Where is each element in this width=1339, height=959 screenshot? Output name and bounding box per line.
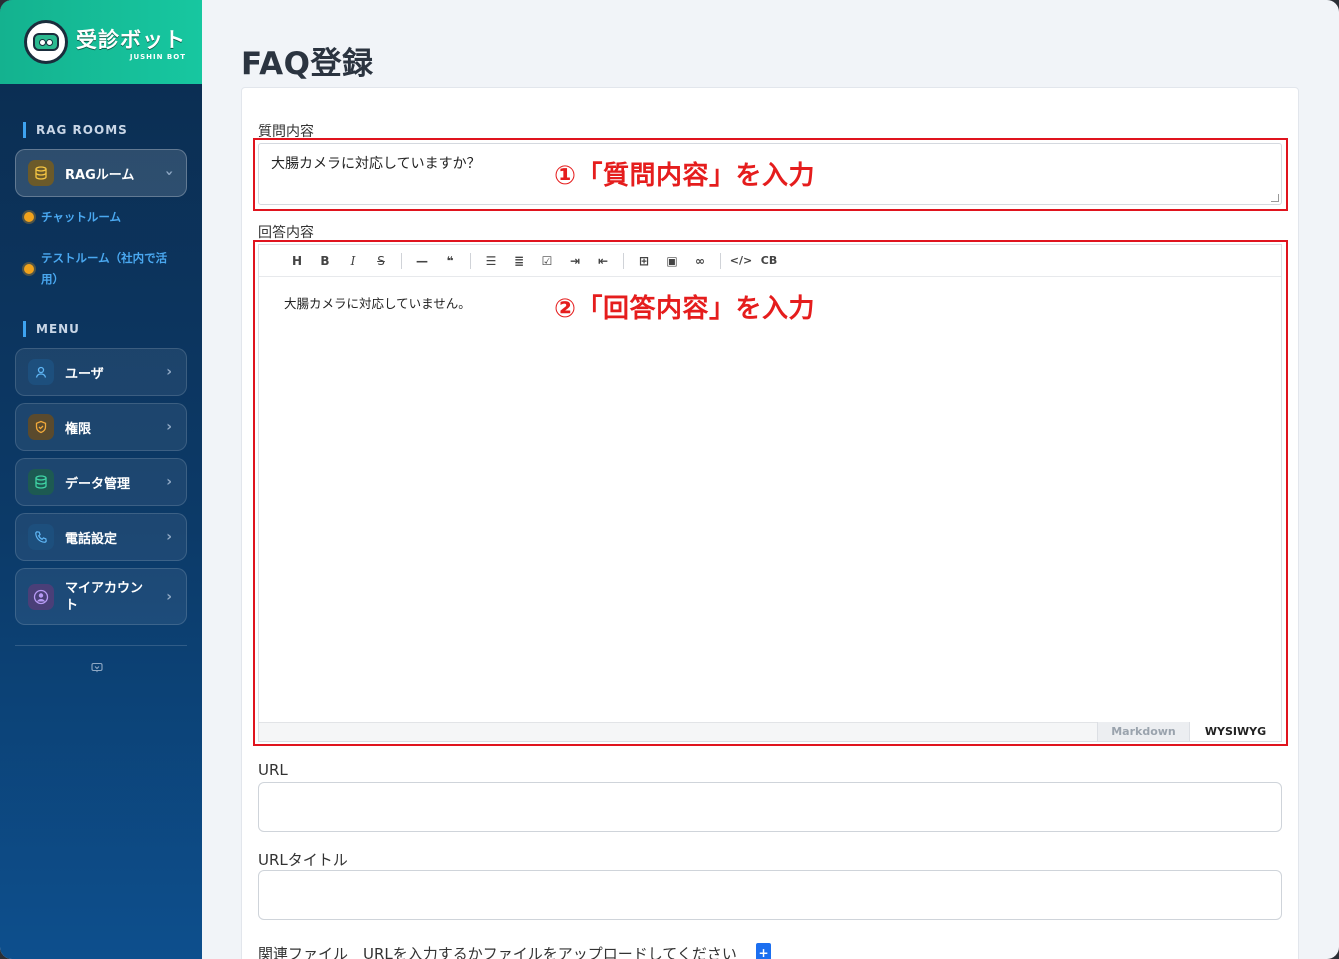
- page-title: FAQ登録: [241, 46, 374, 82]
- database-icon: [28, 160, 54, 186]
- chevron-right-icon: ›: [166, 364, 172, 380]
- database-icon: [28, 469, 54, 495]
- sub-item-chat-room[interactable]: チャットルーム: [24, 207, 184, 228]
- sidebar-item-label: 電話設定: [65, 531, 118, 547]
- url-input[interactable]: [258, 782, 1282, 832]
- sidebar-item-my-account[interactable]: マイアカウント ›: [15, 568, 187, 625]
- rag-section-label: RAG ROOMS: [23, 122, 128, 138]
- status-dot-icon: [24, 264, 34, 274]
- sidebar-item-permissions[interactable]: 権限 ›: [15, 403, 187, 451]
- phone-icon: [28, 524, 54, 550]
- sidebar-divider: [15, 645, 187, 646]
- rag-room-label: RAGルーム: [65, 167, 135, 183]
- account-icon: [28, 583, 54, 610]
- url-label: URL: [258, 761, 288, 779]
- sidebar-item-label: 権限: [65, 421, 92, 437]
- sub-item-test-room[interactable]: テストルーム（社内で活用）: [24, 248, 184, 290]
- answer-label: 回答内容: [258, 225, 314, 241]
- sidebar-item-label: データ管理: [65, 476, 131, 492]
- brand-title: 受診ボット: [76, 27, 186, 52]
- user-icon: [28, 359, 54, 385]
- sidebar-item-label: マイアカウント: [65, 580, 144, 613]
- chevron-down-icon: ›: [161, 170, 178, 176]
- chevron-right-icon: ›: [166, 419, 172, 435]
- shield-icon: [28, 414, 54, 440]
- related-file-label: 関連ファイル URLを入力するかファイルをアップロードしてください: [258, 945, 737, 959]
- app-window: 受診ボット JUSHIN BOT RAG ROOMS RAGルーム › チャット…: [0, 0, 1339, 959]
- chevron-right-icon: ›: [166, 474, 172, 490]
- menu-section-label: MENU: [23, 321, 80, 337]
- rag-room-button[interactable]: RAGルーム ›: [15, 149, 187, 197]
- robot-logo-icon: [24, 20, 68, 64]
- status-dot-icon: [24, 212, 34, 222]
- url-title-input[interactable]: [258, 870, 1282, 920]
- chevron-right-icon: ›: [166, 588, 172, 605]
- sidebar-item-data-management[interactable]: データ管理 ›: [15, 458, 187, 506]
- sidebar: 受診ボット JUSHIN BOT RAG ROOMS RAGルーム › チャット…: [0, 0, 202, 959]
- sidebar-item-phone-settings[interactable]: 電話設定 ›: [15, 513, 187, 561]
- chevron-right-icon: ›: [166, 529, 172, 545]
- brand-subtitle: JUSHIN BOT: [129, 52, 186, 61]
- url-title-label: URLタイトル: [258, 851, 348, 869]
- brand-logo[interactable]: 受診ボット JUSHIN BOT: [0, 0, 202, 84]
- annotation-step1: ①「質問内容」を入力: [554, 161, 816, 191]
- collapse-sidebar-icon[interactable]: [91, 662, 103, 677]
- file-upload-icon[interactable]: +: [756, 943, 771, 959]
- sidebar-item-label: ユーザ: [65, 366, 104, 382]
- sidebar-item-users[interactable]: ユーザ ›: [15, 348, 187, 396]
- annotation-step2: ②「回答内容」を入力: [554, 294, 816, 324]
